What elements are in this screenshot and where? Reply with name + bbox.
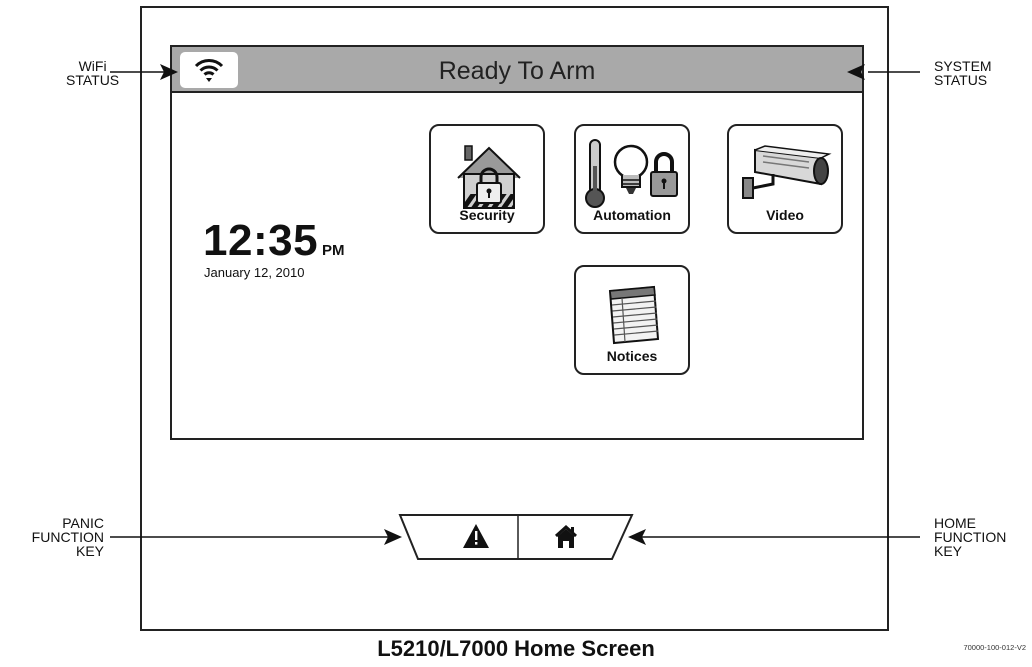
callout-line: PANIC	[62, 515, 104, 531]
callout-line: HOME	[934, 515, 976, 531]
figure-caption: L5210/L7000 Home Screen	[377, 636, 655, 661]
document-code: 70000-100-012-V2	[963, 643, 1026, 652]
wifi-status-callout: WiFi STATUS	[66, 59, 119, 87]
callout-line: STATUS	[934, 72, 988, 88]
callout-line: WiFi	[78, 58, 107, 74]
callout-line: KEY	[934, 543, 963, 559]
system-status-callout: SYSTEM STATUS	[934, 59, 992, 87]
callout-line: FUNCTION	[31, 529, 104, 545]
panic-function-key-callout: PANIC FUNCTION KEY	[18, 516, 104, 558]
callout-line: KEY	[75, 543, 104, 559]
callout-line: FUNCTION	[934, 529, 1007, 545]
home-function-key-callout: HOME FUNCTION KEY	[934, 516, 1006, 558]
callout-arrows	[110, 64, 920, 545]
callout-line: SYSTEM	[934, 58, 992, 74]
callout-line: STATUS	[66, 72, 120, 88]
